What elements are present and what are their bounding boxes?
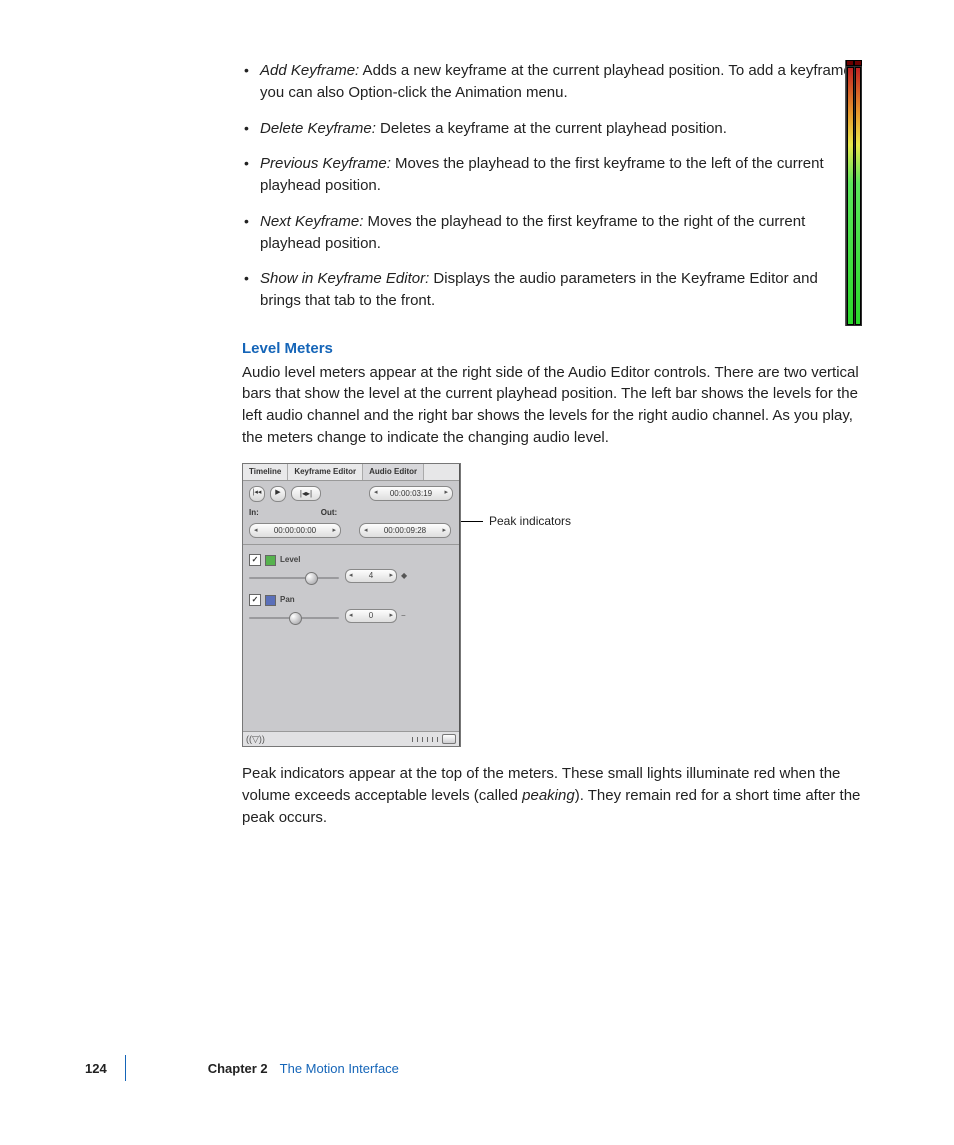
in-time-value: 00:00:00:00 [274,525,316,537]
meter-bar-left [847,67,854,325]
out-time-field[interactable]: ◂ 00:00:09:28 ▸ [359,523,451,538]
chevron-left-icon: ◂ [364,526,368,536]
param-pan: ✓ Pan ◂ 0 [243,591,459,631]
chapter-number: Chapter 2 [208,1061,268,1076]
bullet-previous-keyframe: Previous Keyframe: Moves the playhead to… [242,153,862,197]
current-time-value: 00:00:03:19 [390,488,432,500]
chevron-left-icon: ◂ [349,611,353,621]
level-value: 4 [369,570,373,582]
pan-label: Pan [280,594,295,606]
level-label: Level [280,554,300,566]
level-color-swatch[interactable] [265,555,276,566]
tab-timeline[interactable]: Timeline [243,464,288,480]
level-value-field[interactable]: ◂ 4 ▸ [345,569,397,583]
callout-peak-indicators: Peak indicators [461,513,571,530]
tab-audio-editor[interactable]: Audio Editor [363,464,424,480]
level-checkbox[interactable]: ✓ [249,554,261,566]
bullet-delete-keyframe: Delete Keyframe: Deletes a keyframe at t… [242,118,862,140]
pan-color-swatch[interactable] [265,595,276,606]
pan-checkbox[interactable]: ✓ [249,594,261,606]
level-keyframe-icon[interactable]: ◆ [401,570,407,582]
chevron-right-icon: ▸ [389,571,393,581]
pan-slider[interactable] [249,613,339,623]
chevron-left-icon: ◂ [349,571,353,581]
tab-keyframe-editor[interactable]: Keyframe Editor [288,464,363,480]
term: Next Keyframe: [260,213,363,230]
page-number: 124 [85,1061,107,1076]
bullet-show-in-kf-editor: Show in Keyframe Editor: Displays the au… [242,268,862,312]
pan-value: 0 [369,610,373,622]
desc: Deletes a keyframe at the current playhe… [376,120,727,137]
level-meters [845,60,862,326]
para-peak-indicators: Peak indicators appear at the top of the… [242,763,862,828]
term: Previous Keyframe: [260,155,391,172]
chevron-right-icon: ▸ [389,611,393,621]
pan-value-field[interactable]: ◂ 0 ▸ [345,609,397,623]
current-time-field[interactable]: ◂ 00:00:03:19 ▸ [369,486,453,501]
in-label: In: [249,507,259,519]
filter-icon[interactable]: ((▽)) [246,733,265,746]
callout-line [461,521,483,522]
in-time-field[interactable]: ◂ 00:00:00:00 ▸ [249,523,341,538]
meter-bar-right [855,67,862,325]
callout-label: Peak indicators [489,513,571,530]
heading-level-meters: Level Meters [242,338,862,360]
pan-keyframe-icon[interactable]: − [401,610,406,622]
chevron-left-icon: ◂ [374,488,378,498]
out-label: Out: [321,507,337,519]
chevron-left-icon: ◂ [254,526,258,536]
param-level: ✓ Level ◂ 4 [243,551,459,591]
play-button[interactable]: ▶ [270,486,286,502]
bullet-next-keyframe: Next Keyframe: Moves the playhead to the… [242,211,862,255]
bullet-add-keyframe: Add Keyframe: Adds a new keyframe at the… [242,60,862,104]
figure-audio-editor: Timeline Keyframe Editor Audio Editor |◂… [242,463,862,748]
audio-editor-panel: Timeline Keyframe Editor Audio Editor |◂… [243,464,460,747]
term: Delete Keyframe: [260,120,376,137]
level-slider[interactable] [249,573,339,583]
page-footer: 124 Chapter 2 The Motion Interface [85,1055,399,1081]
term: Show in Keyframe Editor: [260,270,429,287]
zoom-slider[interactable] [412,734,456,744]
para-level-meters: Audio level meters appear at the right s… [242,362,862,449]
chevron-right-icon: ▸ [444,488,448,498]
loop-button[interactable]: |◂▸| [291,486,321,501]
chevron-right-icon: ▸ [442,526,446,536]
out-time-value: 00:00:09:28 [384,525,426,537]
go-to-start-button[interactable]: |◂◂ [249,486,265,502]
chapter-title: The Motion Interface [280,1061,399,1076]
footer-divider [125,1055,126,1081]
term: Add Keyframe: [260,62,359,79]
chevron-right-icon: ▸ [332,526,336,536]
em-peaking: peaking [522,787,575,804]
